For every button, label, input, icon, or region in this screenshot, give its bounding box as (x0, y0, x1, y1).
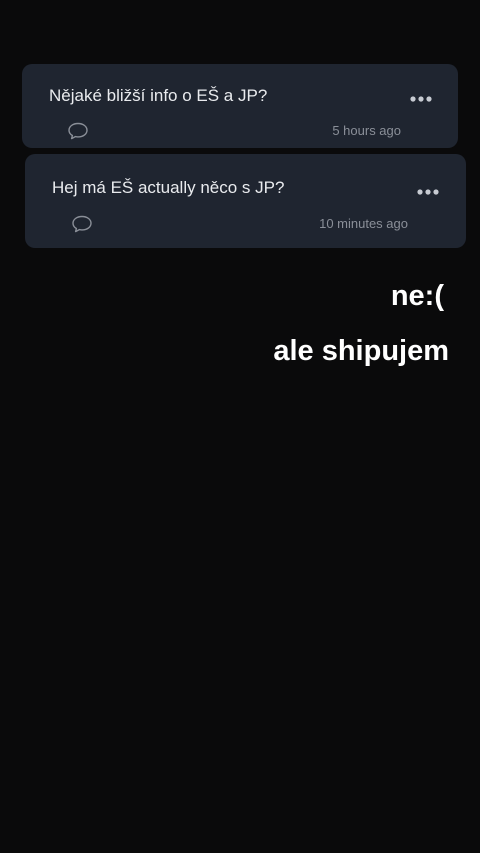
question-card-2[interactable]: Hej má EŠ actually něco s JP? 10 minutes… (25, 154, 466, 248)
question-text: Hej má EŠ actually něco s JP? (52, 178, 285, 197)
comment-icon[interactable] (71, 214, 93, 234)
story-text-line-1: ne:( (390, 280, 444, 312)
more-options-icon[interactable] (416, 188, 440, 196)
post-timestamp: 5 hours ago (332, 123, 401, 138)
question-card-1[interactable]: Nějaké bližší info o EŠ a JP? 5 hours ag… (22, 64, 458, 148)
story-text-line-2: ale shipujem (273, 335, 449, 367)
question-text: Nějaké bližší info o EŠ a JP? (49, 86, 268, 105)
comment-icon[interactable] (67, 121, 89, 141)
post-timestamp: 10 minutes ago (319, 216, 408, 231)
more-options-icon[interactable] (409, 95, 433, 103)
